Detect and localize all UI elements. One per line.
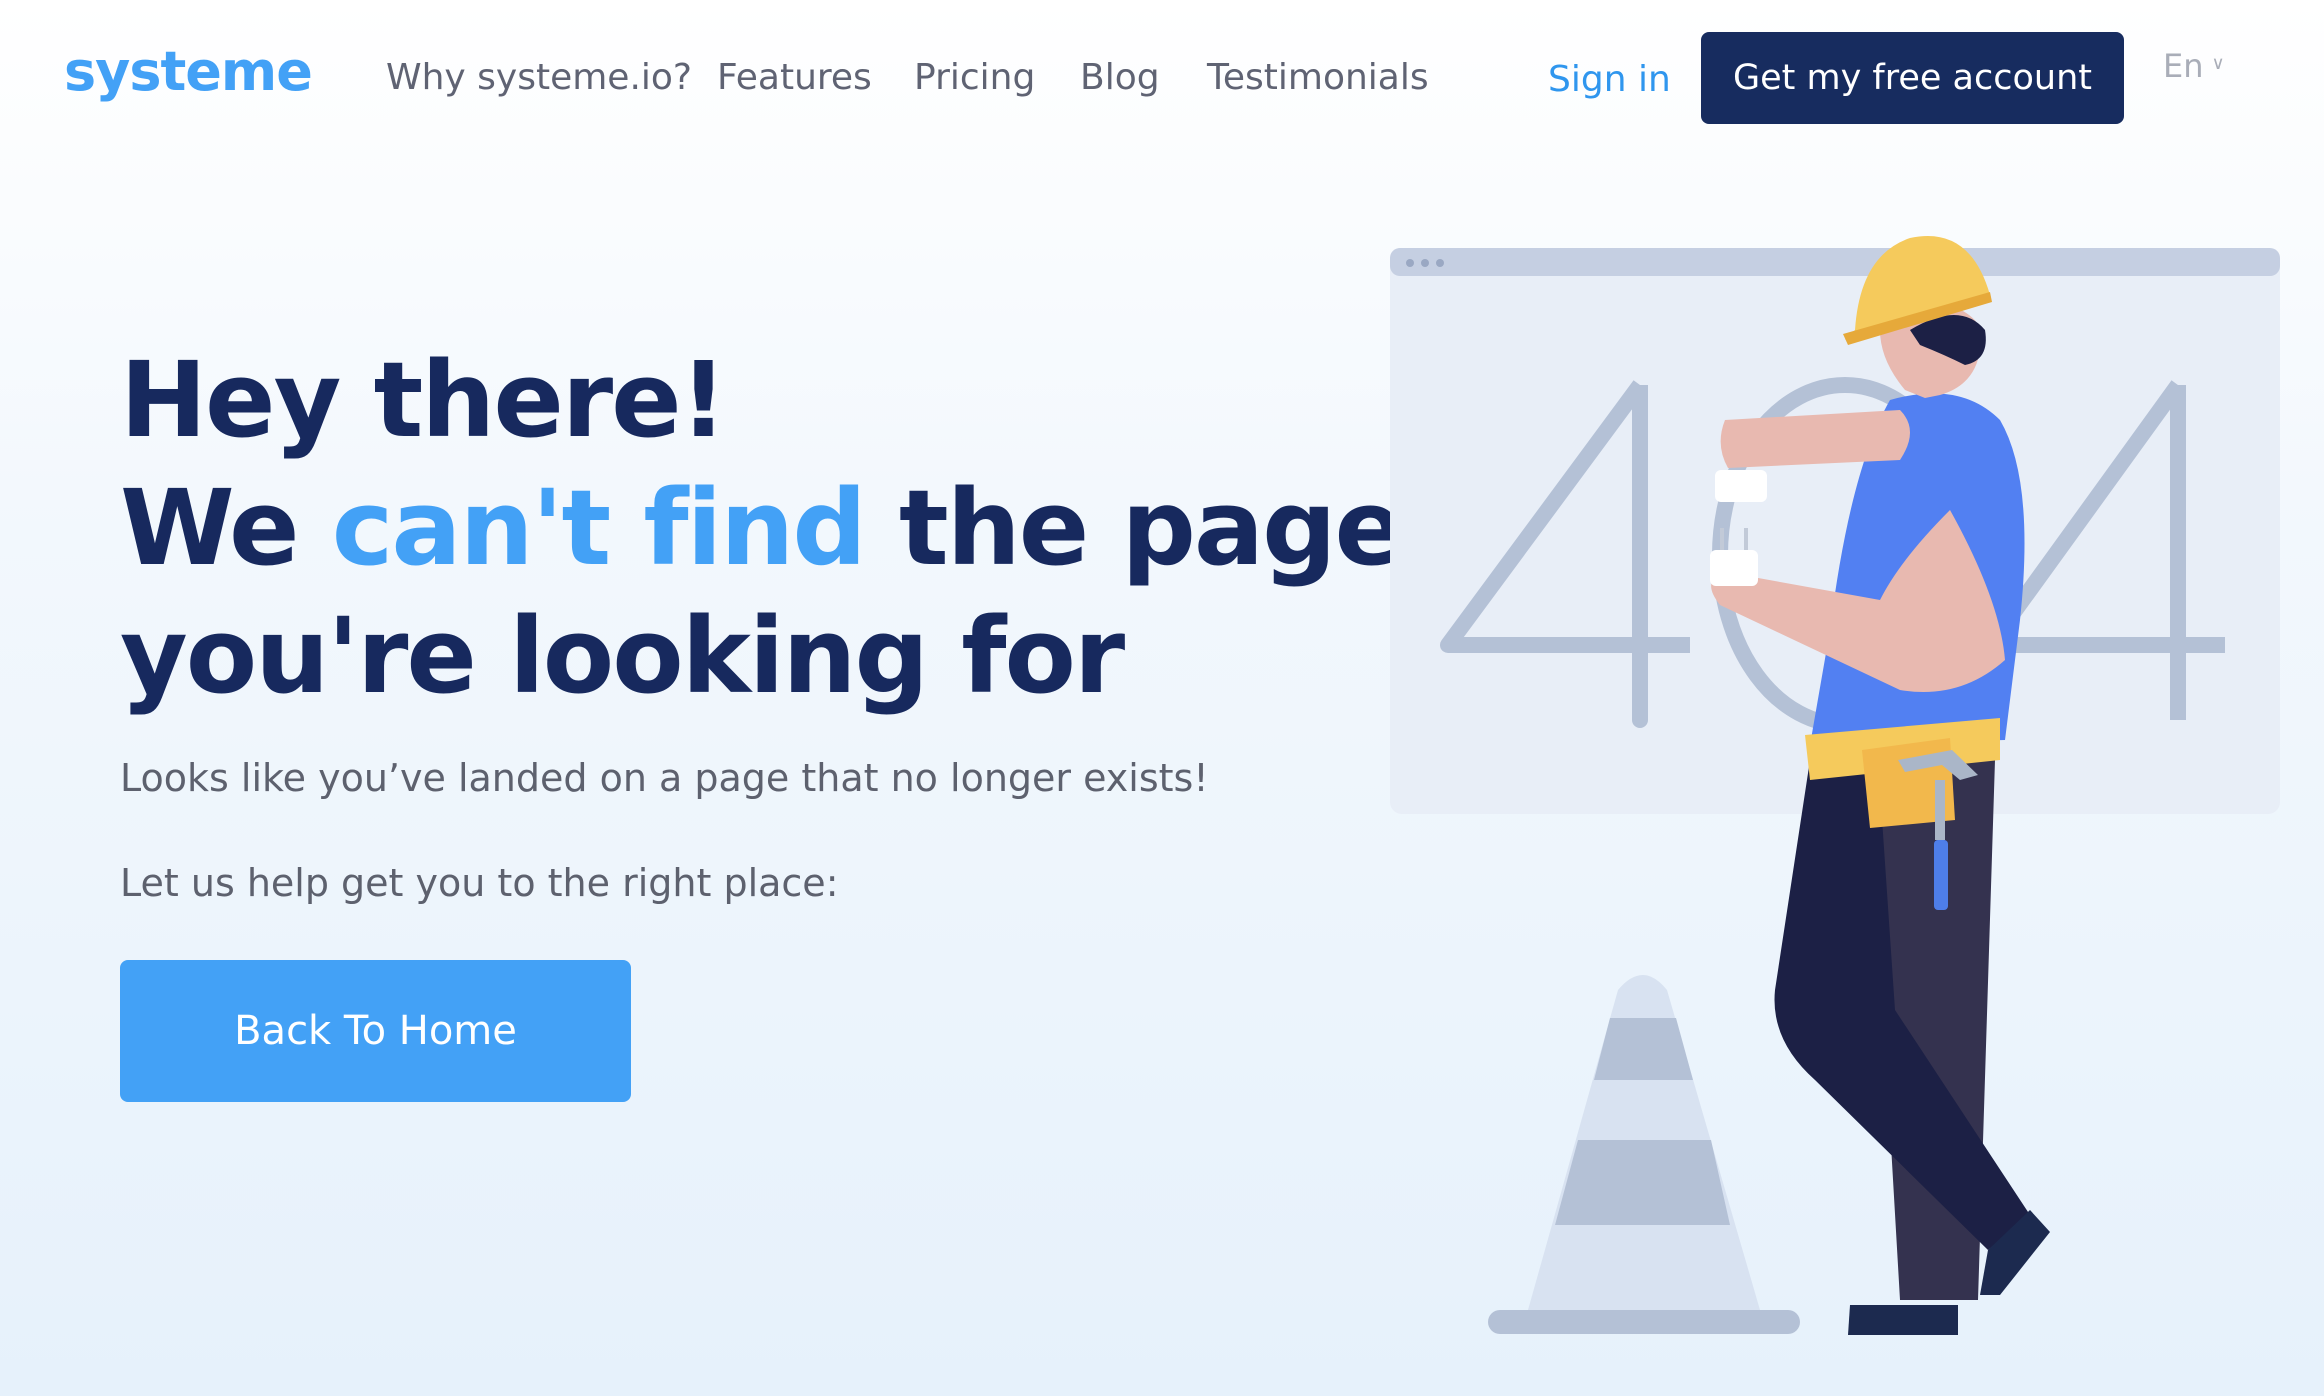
nav-item-blog[interactable]: Blog bbox=[1080, 54, 1160, 102]
headline-line-2-end: the page bbox=[864, 467, 1405, 589]
error-message: Looks like you’ve landed on a page that … bbox=[120, 756, 1209, 800]
sign-in-link[interactable]: Sign in bbox=[1548, 56, 1671, 104]
get-free-account-button[interactable]: Get my free account bbox=[1701, 32, 2124, 124]
language-selector[interactable]: En ∨ bbox=[2163, 44, 2225, 86]
nav-item-why[interactable]: Why systeme.io? bbox=[386, 54, 692, 102]
page-headline: Hey there! We can't find the page you're… bbox=[120, 336, 1405, 720]
language-label: En bbox=[2163, 47, 2204, 85]
headline-line-3: you're looking for bbox=[120, 595, 1125, 717]
help-text: Let us help get you to the right place: bbox=[120, 861, 839, 905]
headline-highlight: can't find bbox=[331, 467, 867, 589]
brand-logo[interactable]: systeme bbox=[64, 40, 313, 103]
back-to-home-button[interactable]: Back To Home bbox=[120, 960, 631, 1102]
headline-line-1: Hey there! bbox=[120, 339, 727, 461]
headline-line-2-start: We bbox=[120, 467, 332, 589]
nav-item-features[interactable]: Features bbox=[717, 54, 872, 102]
chevron-down-icon: ∨ bbox=[2211, 53, 2225, 74]
traffic-cone-illustration bbox=[1488, 975, 1800, 1334]
404-illustration bbox=[1390, 235, 2280, 1335]
nav-item-testimonials[interactable]: Testimonials bbox=[1207, 54, 1429, 102]
nav-item-pricing[interactable]: Pricing bbox=[914, 54, 1035, 102]
